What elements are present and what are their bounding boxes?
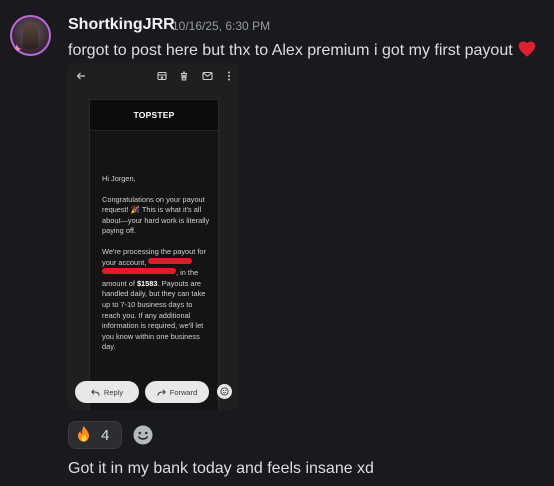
email-content: Hi Jorgen, Congratulations on your payou…	[102, 174, 210, 363]
email-paragraph-2: We're processing the payout for your acc…	[102, 246, 206, 352]
author-name[interactable]: ShortkingJRR	[68, 16, 175, 34]
email-paragraph-1: Congratulations on your payout request! …	[102, 194, 210, 236]
message-timestamp: 10/16/25, 6:30 PM	[172, 19, 271, 33]
email-header: TOPSTEP	[90, 100, 218, 131]
message-text: forgot to post here but thx to Alex prem…	[68, 39, 537, 60]
forward-label: Forward	[169, 387, 198, 397]
reply-button[interactable]: Reply	[75, 381, 139, 403]
payout-amount: $1583	[136, 278, 158, 288]
forward-icon	[157, 388, 166, 396]
add-reaction-button[interactable]	[127, 421, 159, 449]
mail-icon[interactable]	[201, 70, 213, 82]
emoji-reaction-button[interactable]	[217, 384, 232, 399]
redaction-mark	[148, 257, 193, 264]
forward-button[interactable]: Forward	[145, 381, 209, 403]
chat-message: ✦ ShortkingJRR 10/16/25, 6:30 PM forgot …	[0, 0, 554, 486]
more-vertical-icon[interactable]	[223, 70, 235, 82]
smiley-icon	[133, 425, 153, 445]
fire-icon	[78, 426, 89, 442]
screenshot-attachment[interactable]: TOPSTEP Hi Jorgen, Congratulations on yo…	[67, 63, 239, 410]
email-greeting: Hi Jorgen,	[102, 174, 136, 183]
reply-icon	[90, 388, 100, 396]
trash-icon[interactable]	[178, 70, 190, 82]
email-body: TOPSTEP Hi Jorgen, Congratulations on yo…	[89, 99, 219, 410]
archive-icon[interactable]	[156, 70, 168, 82]
user-avatar[interactable]: ✦	[10, 15, 51, 56]
email-toolbar	[67, 63, 239, 91]
heart-icon	[518, 41, 535, 57]
email-actions: Reply Forward	[67, 381, 239, 405]
redaction-mark	[102, 268, 176, 275]
sparkle-icon: ✦	[11, 41, 23, 56]
back-arrow-icon[interactable]	[75, 70, 87, 82]
message-text-content: forgot to post here but thx to Alex prem…	[68, 42, 513, 59]
smiley-icon	[220, 387, 229, 396]
reply-label: Reply	[103, 387, 124, 397]
reaction-count: 4	[101, 426, 110, 444]
reaction-fire[interactable]: 4	[68, 421, 122, 449]
followup-message-text: Got it in my bank today and feels insane…	[68, 460, 374, 477]
brand-logo: TOPSTEP	[133, 110, 175, 120]
